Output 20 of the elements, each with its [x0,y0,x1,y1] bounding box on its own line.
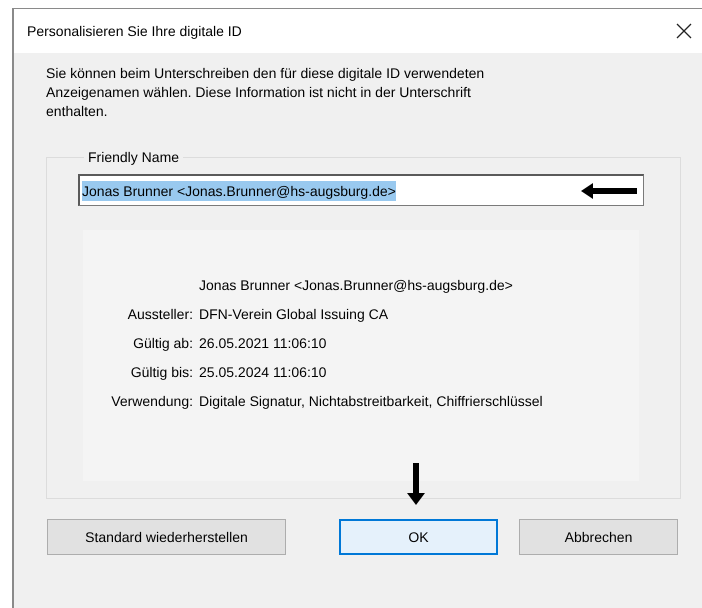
field-value: Digitale Signatur, Nichtabstreitbarkeit, Chiffrierschlüssel [199,392,544,410]
field-label: Aussteller: [126,305,193,323]
arrow-icon [406,463,426,505]
field-value: 26.05.2021 11:06:10 [199,334,328,352]
field-label: Gültig bis: [130,363,193,381]
field-value: DFN-Verein Global Issuing CA [199,305,390,323]
dialog-button[interactable]: OK [339,519,498,555]
field-value: Jonas Brunner <Jonas.Brunner@hs-augsburg.de> [199,276,514,294]
field-label: Verwendung: [110,392,193,410]
intro-text: Sie können beim Unterschreiben den für diese digitale ID verwendeten Anzeigenamen wählen. Diese Information ist nicht in der Unterschrift enthalten. [46,64,486,121]
input-value: Jonas Brunner <Jonas.Brunner@hs-augsburg.de> [82,180,396,200]
field-value: 25.05.2024 11:06:10 [199,363,328,381]
close-icon[interactable] [676,23,692,39]
name-input[interactable]: Jonas Brunner <Jonas.Brunner@hs-augsburg.de> [78,174,644,206]
dialog-button[interactable]: Standard wiederherstellen [47,519,286,555]
field-label: Gültig ab: [132,334,193,352]
dialog-button[interactable]: Abbrechen [519,519,678,555]
group-label: Friendly Name [87,148,180,167]
window-title: Personalisieren Sie Ihre digitale ID [27,22,242,41]
arrow-icon [581,180,637,200]
